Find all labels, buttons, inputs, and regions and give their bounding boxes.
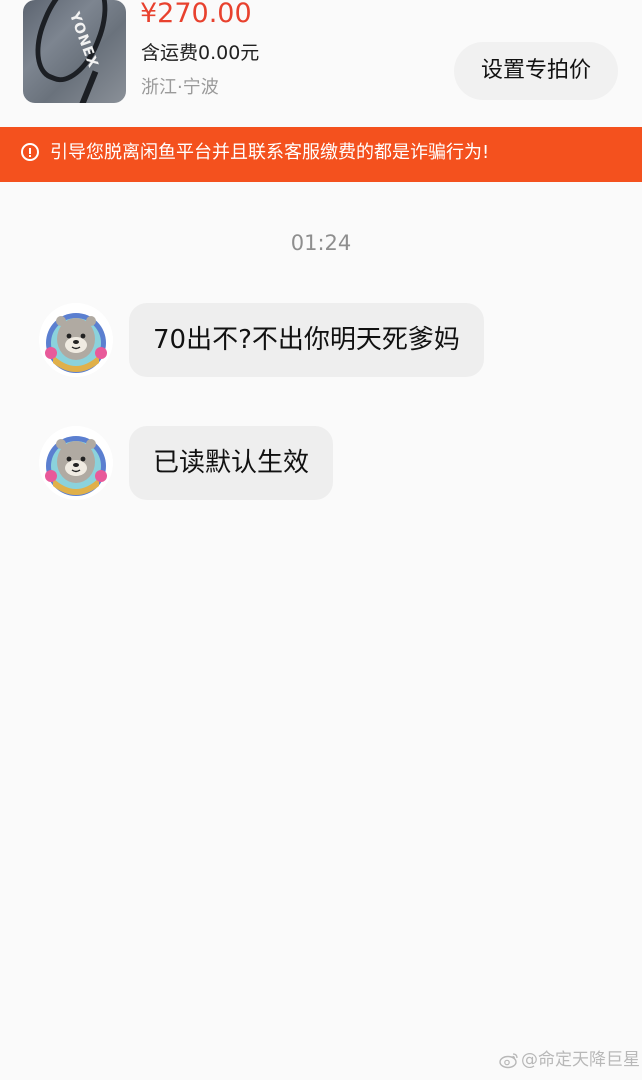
product-shipping: 含运费0.00元 <box>141 42 260 64</box>
info-circle-icon <box>21 143 39 161</box>
scam-warning-banner: 引导您脱离闲鱼平台并且联系客服缴费的都是诈骗行为! <box>0 127 642 182</box>
watermark: @命定天降巨星 <box>499 1047 640 1073</box>
message-bubble[interactable]: 70出不?不出你明天死爹妈 <box>129 303 484 377</box>
product-location: 浙江·宁波 <box>141 77 219 98</box>
product-price: ¥270.00 <box>140 0 252 29</box>
weibo-logo-icon <box>499 1053 518 1069</box>
sea-otter-avatar-icon[interactable] <box>39 303 113 377</box>
product-thumbnail[interactable]: YONEX <box>23 0 126 103</box>
product-header[interactable]: YONEX ¥270.00 含运费0.00元 浙江·宁波 设置专拍价 <box>0 0 642 127</box>
chat-timestamp: 01:24 <box>290 231 352 255</box>
sea-otter-avatar-icon[interactable] <box>39 426 113 500</box>
racket-shaft <box>77 70 99 103</box>
watermark-text: @命定天降巨星 <box>521 1050 640 1070</box>
set-exclusive-price-button[interactable]: 设置专拍价 <box>454 42 618 100</box>
message-bubble[interactable]: 已读默认生效 <box>129 426 334 500</box>
warning-text: 引导您脱离闲鱼平台并且联系客服缴费的都是诈骗行为! <box>50 142 490 163</box>
